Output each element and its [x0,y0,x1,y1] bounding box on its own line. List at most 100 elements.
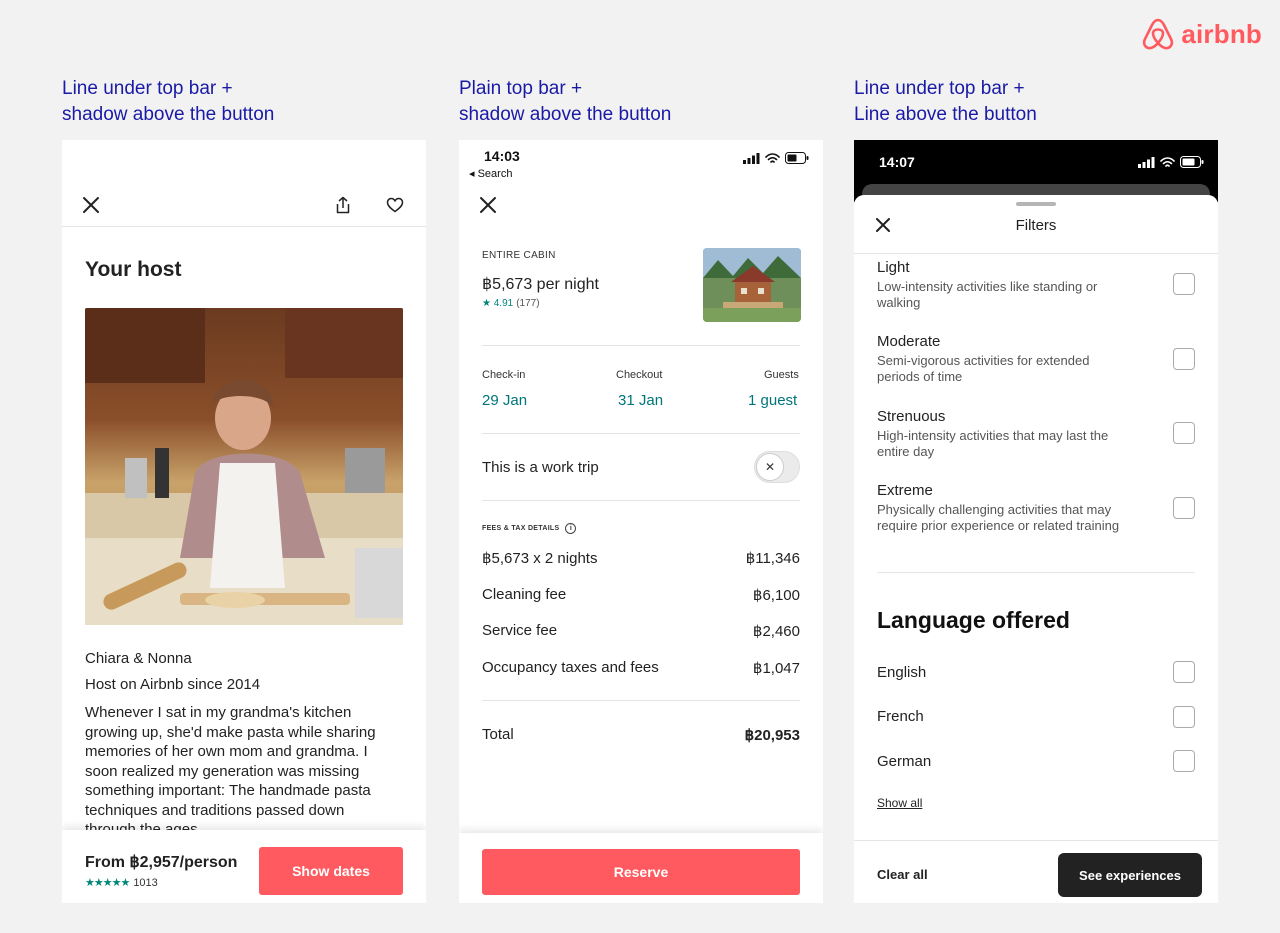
top-bar: Filters [854,195,1218,254]
checkout-label: Checkout [616,369,663,381]
fee-amount: ฿1,047 [752,660,800,677]
status-icons [743,152,809,164]
work-trip-toggle[interactable]: ✕ [754,451,800,483]
price-per-night: ฿5,673 per night [482,276,599,293]
caption-line: Line above the button [854,104,1037,125]
caption-line: Line under top bar + [62,78,233,99]
price-label: From ฿2,957/person [85,854,238,871]
work-trip-label: This is a work trip [482,459,599,476]
section-heading: Language offered [877,607,1070,633]
language-label: French [877,708,924,725]
status-time: 14:07 [879,154,915,170]
option-title: Strenuous [877,408,946,425]
fee-row: ฿5,673 x 2 nights ฿11,346 [482,549,800,567]
listing-thumbnail[interactable] [703,248,801,322]
share-icon[interactable] [330,192,356,218]
top-bar [62,140,426,227]
divider [877,572,1195,573]
divider [482,700,800,701]
filters-sheet: Filters Light Low-intensity activities l… [854,195,1218,903]
divider [482,500,800,501]
reserve-button[interactable]: Reserve [482,849,800,895]
host-photo [85,308,403,625]
caption-panel-2: Plain top bar + shadow above the button [459,76,671,128]
total-row: Total ฿20,953 [482,726,800,744]
option-checkbox-extreme[interactable] [1173,497,1195,519]
option-title: Moderate [877,333,941,350]
host-bio: Whenever I sat in my grandma's kitchen g… [85,704,376,838]
rating-count: (177) [516,298,540,309]
fee-amount: ฿11,346 [745,550,800,567]
host-since: Host on Airbnb since 2014 [85,676,261,693]
option-description: Physically challenging activities that m… [877,502,1120,533]
fee-amount: ฿6,100 [752,587,800,604]
caption-line: Plain top bar + [459,78,583,99]
caption-panel-1: Line under top bar + shadow above the bu… [62,76,274,128]
heart-icon[interactable] [382,192,408,218]
caption-panel-3: Line under top bar + Line above the butt… [854,76,1037,128]
close-icon[interactable] [475,192,501,218]
checkin-label: Check-in [482,369,526,381]
back-to-search-link[interactable]: ◂ Search [469,167,512,180]
filters-screen: 14:07 Filters Light Low-intensity activi… [854,140,1218,903]
show-dates-button[interactable]: Show dates [259,847,403,895]
bottom-bar: From ฿2,957/person ★★★★★ 1013 Show dates [62,830,426,903]
host-name: Chiara & Nonna [85,650,192,667]
rating: ★★★★★ 1013 [85,876,158,890]
fee-label: Occupancy taxes and fees [482,659,659,676]
checkout-screen: 14:03 ◂ Search ENTIRE CABIN ฿5,673 per n… [459,140,823,903]
divider [482,433,800,434]
option-checkbox-moderate[interactable] [1173,348,1195,370]
fees-label: FEES & TAX DETAILS i [482,523,577,534]
language-label: English [877,664,927,681]
status-icons [1138,156,1204,168]
see-experiences-button[interactable]: See experiences [1058,853,1202,897]
status-time: 14:03 [484,148,520,164]
option-checkbox-light[interactable] [1173,273,1195,295]
caption-line: Line under top bar + [854,78,1025,99]
brand-wordmark: airbnb [1181,18,1262,49]
language-checkbox-french[interactable] [1173,706,1195,728]
sheet-title: Filters [1015,217,1057,234]
divider [482,345,800,346]
language-checkbox-german[interactable] [1173,750,1195,772]
option-checkbox-strenuous[interactable] [1173,422,1195,444]
signal-icon [1138,156,1155,168]
fees-label-text: FEES & TAX DETAILS [482,525,560,532]
checkin-value[interactable]: 29 Jan [482,392,527,409]
option-title: Extreme [877,482,933,499]
battery-icon [785,152,809,164]
host-screen: Your host Chiara & Nonna Host on Airbnb … [62,140,426,903]
clear-all-button[interactable]: Clear all [877,867,928,882]
battery-icon [1180,156,1204,168]
toggle-off-icon: ✕ [756,453,784,481]
guests-value[interactable]: 1 guest [748,392,797,409]
option-description: Low-intensity activities like standing o… [877,279,1098,310]
bottom-bar: Reserve [459,833,823,903]
listing-type: ENTIRE CABIN [482,250,556,261]
fee-label: Cleaning fee [482,586,567,603]
review-count: 1013 [133,876,158,889]
fee-label: Service fee [482,622,558,639]
guests-label: Guests [764,369,799,381]
show-all-link[interactable]: Show all [877,796,922,810]
option-title: Light [877,259,910,276]
fee-amount: ฿2,460 [752,623,800,640]
fee-row: Service fee ฿2,460 [482,622,800,640]
language-label: German [877,753,932,770]
checkout-value[interactable]: 31 Jan [618,392,663,409]
fee-row: Cleaning fee ฿6,100 [482,586,800,604]
rating-value: ★ 4.91 [482,298,514,309]
airbnb-logo: airbnb [1141,16,1262,52]
total-amount: ฿20,953 [744,727,800,744]
language-checkbox-english[interactable] [1173,661,1195,683]
close-icon[interactable] [78,192,104,218]
caption-line: shadow above the button [62,104,275,125]
total-label: Total [482,726,514,743]
info-icon[interactable]: i [565,523,577,534]
option-description: High-intensity activities that may last … [877,428,1109,459]
stars-icon: ★★★★★ [85,877,130,889]
airbnb-belo-icon [1143,18,1174,50]
wifi-icon [1160,156,1175,167]
option-description: Semi-vigorous activities for extended pe… [877,353,1090,384]
